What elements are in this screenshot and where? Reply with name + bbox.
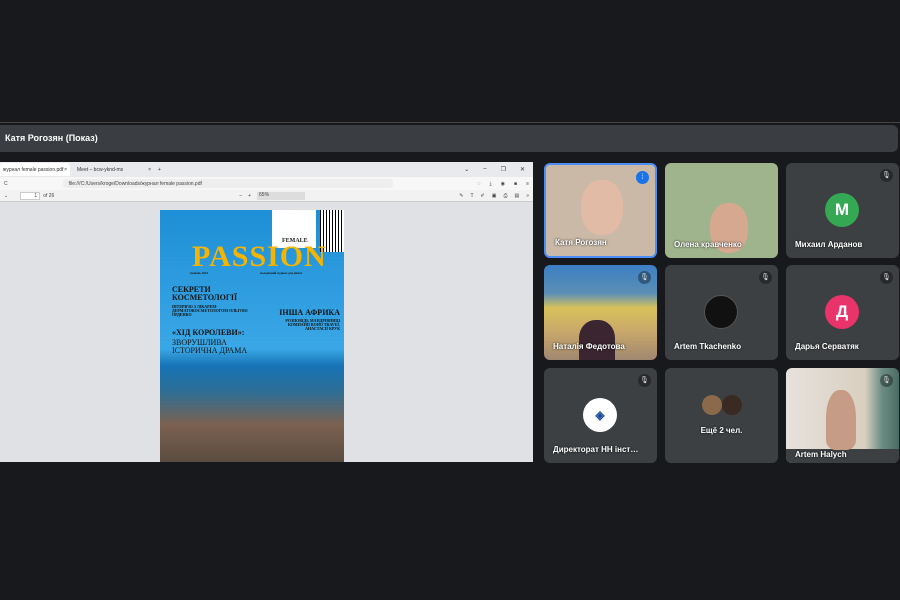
participant-name: Катя Рогозян (555, 238, 607, 247)
more-icon[interactable]: » (526, 193, 529, 199)
mic-off-icon: 🎙︎ (638, 374, 651, 387)
shared-screen: журнал female passion.pdf × Meet – bcw-yk… (0, 162, 533, 462)
participant-tile[interactable]: 🎙︎ Наталія Федотова (544, 265, 657, 360)
pdf-toolbar: ⌄ 1 of 26 – +65% ✎ T ✐ ▣ ⎙ ▤ » (0, 190, 533, 202)
highlight-icon[interactable]: ✐ (481, 193, 485, 199)
speaking-icon: ⁞ (636, 171, 649, 184)
cover-headline-2: ІНША АФРИКА (279, 308, 340, 317)
tab-meet[interactable]: Meet – bcw-yknd-ms × (74, 163, 154, 176)
mic-off-icon: 🎙︎ (638, 271, 651, 284)
participant-name: Олена кравченко (674, 240, 742, 249)
participant-tile[interactable]: Олена кравченко (665, 163, 778, 258)
zoom-select[interactable]: 65% (257, 191, 306, 200)
sidebar-toggle-icon[interactable]: ⌄ (4, 193, 8, 199)
more-participants-label: Ещё 2 чел. (700, 426, 743, 435)
restore-icon[interactable]: ❐ (501, 166, 506, 173)
cover-sub-3: ЗВОРУШЛИВА ІСТОРИЧНА ДРАМА (172, 338, 248, 355)
browser-tabs: журнал female passion.pdf × Meet – bcw-yk… (0, 162, 533, 177)
video-feed (581, 180, 623, 235)
download-icon[interactable]: ⤓ (489, 181, 491, 187)
cover-sub-2: РОЗПОВІДЬ МАНДРІВНИЦІ КОМПАНІЇ BOHO TRAV… (285, 318, 340, 331)
close-icon[interactable]: × (148, 167, 151, 173)
participant-tile[interactable]: 🎙︎ ◈ Директорат НН інст… (544, 368, 657, 463)
participant-name: Михаил Арданов (795, 240, 863, 249)
participant-tile[interactable]: 🎙︎ Artem Tkachenko (665, 265, 778, 360)
tab-label: журнал female passion.pdf (3, 167, 64, 173)
cover-date: травень 2024 (190, 271, 208, 275)
draw-icon[interactable]: ✎ (459, 193, 463, 199)
cover-brand: PASSION (192, 240, 327, 273)
avatar: М (825, 193, 859, 227)
text-icon[interactable]: T (470, 193, 473, 199)
page-count: of 26 (43, 192, 55, 199)
participant-name: Директорат НН інст… (553, 445, 639, 454)
menu-icon[interactable]: ≡ (526, 181, 529, 187)
avatar (702, 395, 722, 415)
mic-off-icon: 🎙︎ (880, 169, 893, 182)
address-input[interactable]: file:///C:/Users/kroge/Downloads/журнал … (62, 179, 393, 188)
page-number-input[interactable]: 1 (20, 191, 41, 200)
avatar (704, 295, 738, 329)
new-tab-button[interactable]: + (158, 167, 161, 173)
more-participants-tile[interactable]: Ещё 2 чел. (665, 368, 778, 463)
save-icon[interactable]: ▤ (514, 193, 519, 199)
participant-tile[interactable]: 🎙︎ Artem Halych (786, 368, 899, 463)
presenter-title: Катя Рогозян (Показ) (5, 133, 98, 143)
cover-headline-3: «ХІД КОРОЛЕВИ»: (172, 328, 245, 337)
cover-headline-1: СЕКРЕТИ КОСМЕТОЛОГІЇ (172, 285, 238, 302)
participant-tile[interactable]: ⁞ Катя Рогозян (544, 163, 657, 258)
mic-off-icon: 🎙︎ (880, 271, 893, 284)
participant-name: Дарья Серватяк (795, 342, 859, 351)
tab-label: Meet – bcw-yknd-ms (77, 167, 124, 173)
mic-off-icon: 🎙︎ (759, 271, 772, 284)
avatar: Д (825, 295, 859, 329)
video-feed (826, 390, 856, 450)
mic-off-icon: 🎙︎ (880, 374, 893, 387)
close-icon[interactable]: × (64, 167, 67, 173)
image-icon[interactable]: ▣ (492, 193, 497, 199)
close-window-icon[interactable]: ✕ (520, 166, 525, 173)
url-bar: C file:///C:/Users/kroge/Downloads/журна… (0, 177, 533, 190)
minimize-icon[interactable]: – (483, 166, 486, 173)
magazine-cover: FEMALE PASSION травень 2024 молодіжний ж… (160, 210, 344, 462)
tab-pdf[interactable]: журнал female passion.pdf × (0, 163, 70, 176)
account-icon[interactable]: ◉ (501, 181, 505, 187)
org-logo-avatar: ◈ (583, 398, 617, 432)
participant-name: Artem Halych (795, 450, 847, 459)
zoom-out-button[interactable]: – (239, 193, 242, 199)
window-controls: ⌄ – ❐ ✕ (464, 166, 533, 173)
video-feed (579, 320, 615, 360)
participant-tile[interactable]: 🎙︎ М Михаил Арданов (786, 163, 899, 258)
participant-name: Наталія Федотова (553, 342, 625, 351)
cover-sub-1: ІНТЕРВ'Ю З ЛІКАРЕМ-ДЕРМАТОКОСМЕТОЛОГОМ О… (172, 304, 248, 317)
participant-tile[interactable]: 🎙︎ Д Дарья Серватяк (786, 265, 899, 360)
presentation-header: Катя Рогозян (Показ) (0, 125, 898, 152)
extension-icon[interactable]: ■ (514, 181, 517, 187)
zoom-in-button[interactable]: + (248, 193, 251, 199)
divider (0, 122, 900, 123)
participant-name: Artem Tkachenko (674, 342, 742, 351)
shield-icon[interactable]: ◌ (477, 181, 480, 187)
avatar (722, 395, 742, 415)
reload-icon[interactable]: C (4, 181, 8, 187)
cover-tagline: молодіжний журнал для дівчат (260, 271, 303, 275)
print-icon[interactable]: ⎙ (503, 193, 507, 199)
tab-list-icon[interactable]: ⌄ (464, 166, 469, 173)
